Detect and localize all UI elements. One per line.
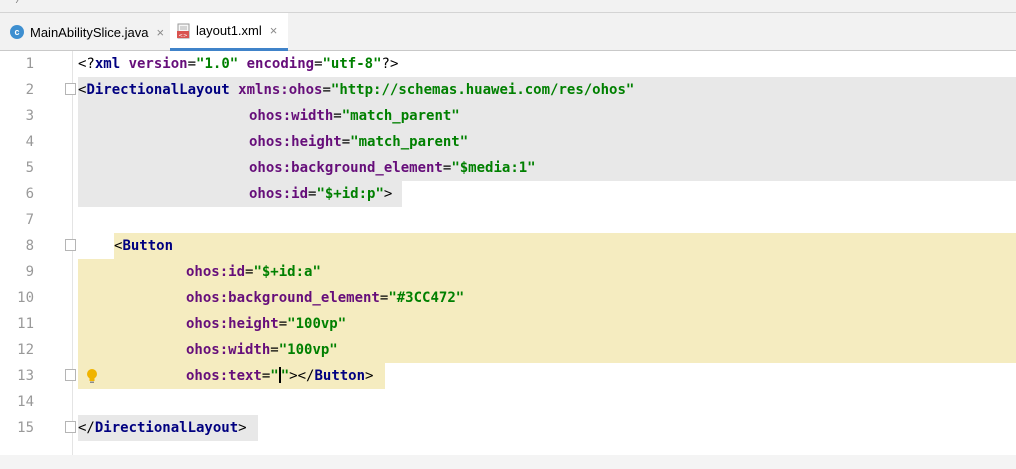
line-code: ohos:width="100vp" (186, 342, 338, 358)
code-line[interactable]: 8 <Button (0, 233, 1016, 259)
button-tag-highlight (114, 233, 1016, 259)
breadcrumb-strip: ⁄ (0, 0, 1016, 13)
code-line[interactable]: 3 ohos:width="match_parent" (0, 103, 1016, 129)
breadcrumb-fragment: ⁄ (18, 0, 20, 6)
fold-toggle-icon[interactable] (65, 83, 76, 95)
line-code: ohos:id="$+id:p"> (249, 186, 393, 202)
line-code: ohos:id="$+id:a" (186, 264, 321, 280)
xml-file-icon: <> (177, 23, 190, 39)
line-code: <?xml version="1.0" encoding="utf-8"?> (78, 56, 399, 72)
line-number: 14 (17, 394, 34, 410)
close-icon[interactable]: × (270, 23, 278, 38)
code-line[interactable]: 5 ohos:background_element="$media:1" (0, 155, 1016, 181)
lightbulb-icon[interactable] (86, 368, 98, 384)
tab-layout1-xml[interactable]: <> layout1.xml × (170, 13, 288, 51)
code-editor[interactable]: 1 <?xml version="1.0" encoding="utf-8"?>… (0, 51, 1016, 469)
line-number: 5 (25, 160, 34, 176)
code-line[interactable]: 4 ohos:height="match_parent" (0, 129, 1016, 155)
horizontal-scroll-area[interactable] (0, 455, 1016, 469)
line-number: 10 (17, 290, 34, 306)
code-line[interactable]: 15 </DirectionalLayout> (0, 415, 1016, 441)
line-number: 6 (25, 186, 34, 202)
code-line[interactable]: 10 ohos:background_element="#3CC472" (0, 285, 1016, 311)
line-number: 8 (25, 238, 34, 254)
line-number: 15 (17, 420, 34, 436)
line-code: ohos:width="match_parent" (249, 108, 460, 124)
line-number: 13 (17, 368, 34, 384)
tag-highlight (78, 103, 1016, 129)
line-code: </DirectionalLayout> (78, 420, 247, 436)
code-line[interactable]: 7 (0, 207, 1016, 233)
code-line-current[interactable]: 13 ohos:text=" "></Button> (0, 363, 1016, 389)
code-line[interactable]: 14 (0, 389, 1016, 415)
line-number: 3 (25, 108, 34, 124)
line-code: ohos:height="match_parent" (249, 134, 469, 150)
code-line[interactable]: 11 ohos:height="100vp" (0, 311, 1016, 337)
tag-highlight (78, 129, 1016, 155)
editor-tab-bar: c MainAbilitySlice.java × <> layout1.xml… (0, 13, 1016, 51)
line-number: 12 (17, 342, 34, 358)
svg-text:<>: <> (178, 33, 188, 39)
fold-toggle-icon[interactable] (65, 369, 76, 381)
line-code: <Button (114, 238, 174, 254)
line-number: 4 (25, 134, 34, 150)
code-line[interactable]: 9 ohos:id="$+id:a" (0, 259, 1016, 285)
line-number: 7 (25, 212, 34, 228)
tag-highlight (78, 155, 1016, 181)
line-code: ohos:height="100vp" (186, 316, 347, 332)
tab-label: layout1.xml (196, 23, 262, 38)
line-code: <DirectionalLayout xmlns:ohos="http://sc… (78, 82, 635, 98)
line-code: ohos:background_element="#3CC472" (186, 290, 465, 306)
line-code: ohos:text=" "></Button> (186, 367, 374, 384)
code-line[interactable]: 1 <?xml version="1.0" encoding="utf-8"?> (0, 51, 1016, 77)
code-line[interactable]: 2 <DirectionalLayout xmlns:ohos="http://… (0, 77, 1016, 103)
tab-label: MainAbilitySlice.java (30, 24, 149, 40)
fold-toggle-icon[interactable] (65, 421, 76, 433)
line-code: ohos:background_element="$media:1" (249, 160, 536, 176)
close-icon[interactable]: × (157, 25, 165, 40)
line-number: 2 (25, 82, 34, 98)
line-number: 1 (25, 56, 34, 72)
java-class-icon: c (10, 25, 24, 39)
code-line[interactable]: 6 ohos:id="$+id:p"> (0, 181, 1016, 207)
line-number: 11 (17, 316, 34, 332)
tab-mainabilityslice-java[interactable]: c MainAbilitySlice.java × (0, 13, 166, 51)
code-line[interactable]: 12 ohos:width="100vp" (0, 337, 1016, 363)
line-number: 9 (25, 264, 34, 280)
fold-toggle-icon[interactable] (65, 239, 76, 251)
